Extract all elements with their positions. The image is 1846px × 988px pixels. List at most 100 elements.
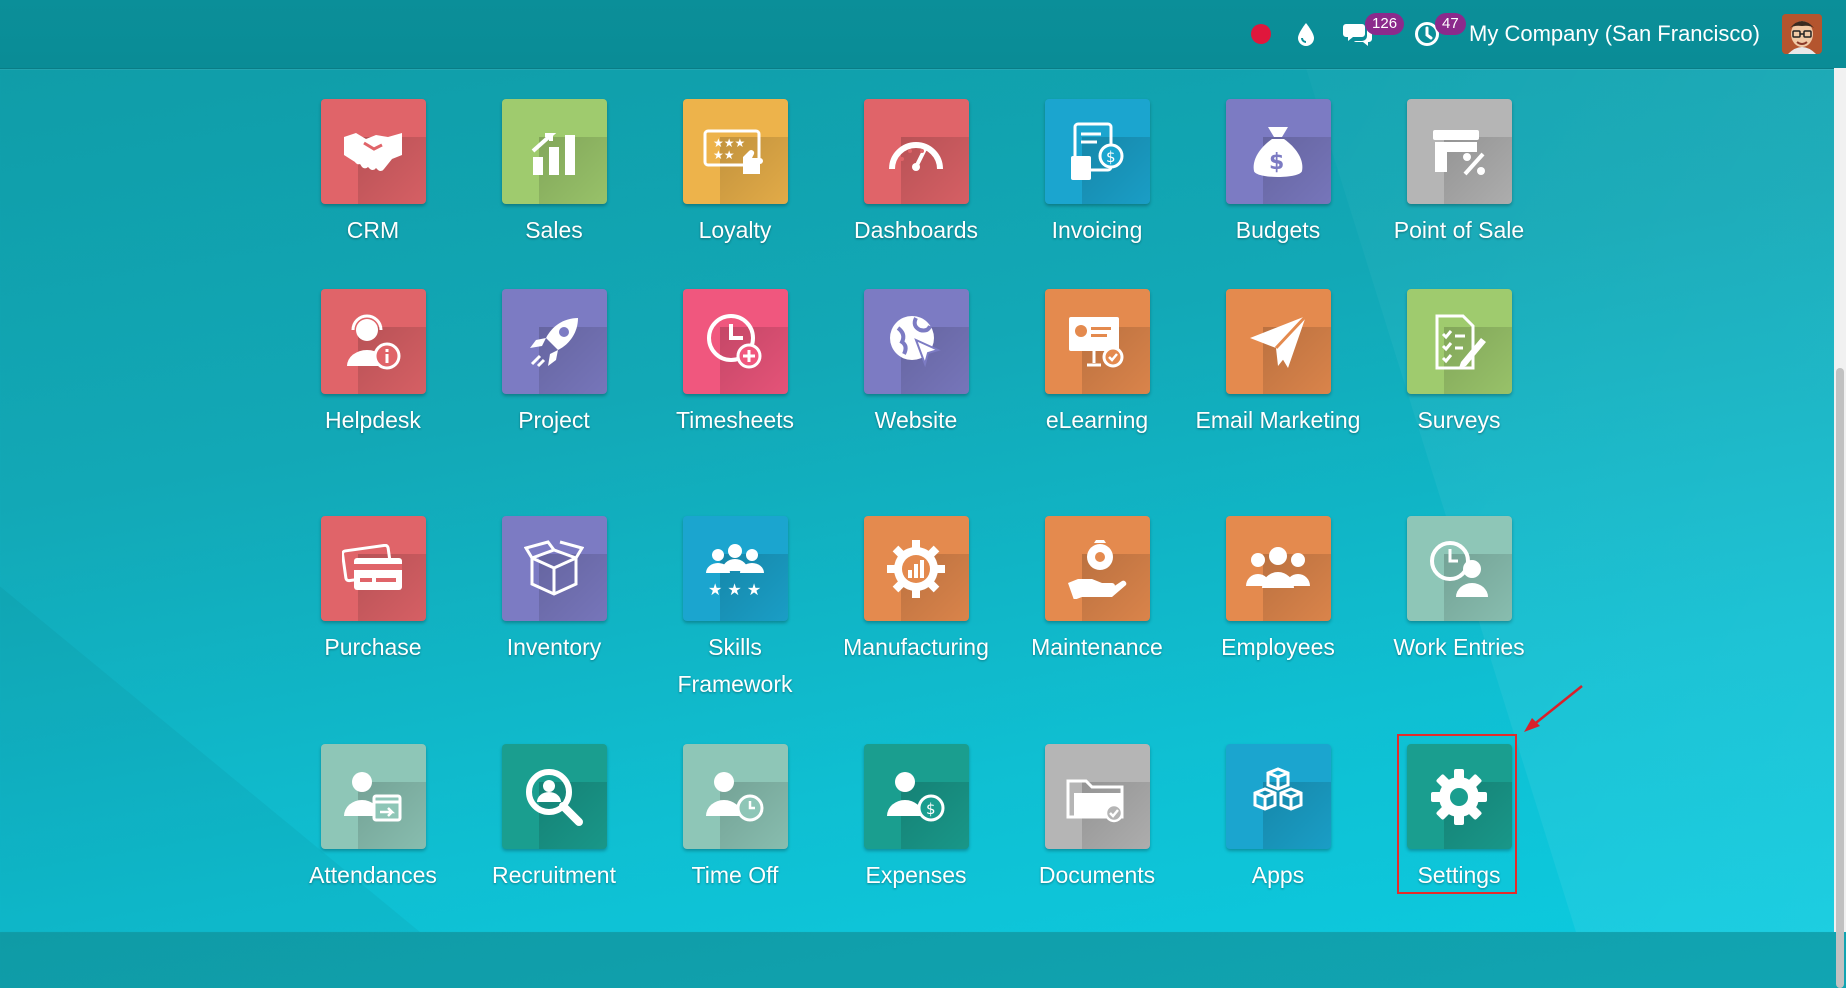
- app-tile: [501, 289, 607, 394]
- clock-person-icon: [1430, 540, 1488, 597]
- annotation-arrow-icon: [1524, 685, 1583, 732]
- app-invoicing[interactable]: $ Invoicing: [1012, 99, 1182, 249]
- app-label: Project: [518, 407, 590, 433]
- navbar-systray: 126 47 My Company (San Francisco): [1251, 0, 1822, 68]
- app-tile: [863, 516, 969, 621]
- app-helpdesk[interactable]: Helpdesk: [288, 289, 458, 439]
- app-elearning[interactable]: eLearning: [1012, 289, 1182, 439]
- app-tile: [1044, 744, 1150, 849]
- recording-indicator[interactable]: [1251, 0, 1297, 68]
- app-label: Timesheets: [675, 407, 795, 433]
- app-label: Attendances: [309, 862, 437, 888]
- app-sales[interactable]: Sales: [469, 99, 639, 249]
- rocket-icon: [530, 317, 578, 367]
- app-tile: [320, 516, 426, 621]
- survey-icon: [1435, 314, 1486, 369]
- app-tile: [501, 516, 607, 621]
- record-dot-icon: [1251, 24, 1272, 44]
- activities-button[interactable]: 47: [1413, 0, 1466, 68]
- app-crm[interactable]: CRM: [288, 99, 458, 249]
- svg-text:★ ★ ★: ★ ★ ★: [708, 580, 761, 597]
- app-apps[interactable]: Apps: [1193, 744, 1363, 894]
- company-switcher[interactable]: My Company (San Francisco): [1469, 0, 1782, 68]
- messages-button[interactable]: 126: [1343, 0, 1405, 68]
- drop-icon: [1298, 23, 1315, 46]
- app-tile: [1044, 289, 1150, 394]
- app-label: Work Entries: [1393, 634, 1525, 660]
- app-tile: [1406, 289, 1512, 394]
- app-label: Skills Framework: [677, 634, 793, 697]
- app-skills-framework[interactable]: ★ ★ ★ Skills Framework: [650, 516, 820, 703]
- app-label: eLearning: [1045, 407, 1149, 433]
- app-label: Expenses: [865, 862, 967, 888]
- app-employees[interactable]: Employees: [1193, 516, 1363, 666]
- app-point-of-sale[interactable]: Point of Sale: [1374, 99, 1544, 249]
- app-tile: [320, 289, 426, 394]
- svg-text:★★: ★★: [713, 148, 735, 162]
- app-time-off[interactable]: Time Off: [650, 744, 820, 894]
- box-icon: [524, 539, 584, 596]
- app-email-marketing[interactable]: Email Marketing: [1193, 289, 1363, 439]
- app-label: Employees: [1221, 634, 1335, 660]
- activities-count-badge: 47: [1435, 13, 1466, 35]
- app-work-entries[interactable]: Work Entries: [1374, 516, 1544, 666]
- app-label: Budgets: [1235, 217, 1321, 243]
- app-purchase[interactable]: Purchase: [288, 516, 458, 666]
- company-name: My Company (San Francisco): [1469, 21, 1760, 46]
- app-documents[interactable]: Documents: [1012, 744, 1182, 894]
- app-dashboards[interactable]: Dashboards: [831, 99, 1001, 249]
- top-navbar: 126 47 My Company (San Francisco): [0, 0, 1846, 69]
- loyalty-card-icon: ★★★ ★★: [703, 129, 763, 174]
- credit-card-icon: [342, 543, 402, 590]
- app-budgets[interactable]: $ Budgets: [1193, 99, 1363, 249]
- app-tile: $: [1044, 99, 1150, 204]
- app-label: Email Marketing: [1195, 407, 1361, 433]
- app-inventory[interactable]: Inventory: [469, 516, 639, 666]
- folder-icon: [1066, 779, 1124, 822]
- app-tile: [501, 99, 607, 204]
- app-tile: [682, 289, 788, 394]
- gear-icon: [1431, 768, 1487, 825]
- app-label: Sales: [525, 217, 583, 243]
- scrollbar[interactable]: [1834, 68, 1846, 988]
- app-label: Invoicing: [1051, 217, 1143, 243]
- paper-plane-icon: [1250, 314, 1308, 368]
- cubes-icon: [1253, 766, 1303, 811]
- money-bag-icon: $: [1253, 126, 1303, 177]
- avatar: [1782, 14, 1822, 54]
- presentation-icon: [1069, 316, 1124, 367]
- app-expenses[interactable]: $ Expenses: [831, 744, 1001, 894]
- app-surveys[interactable]: Surveys: [1374, 289, 1544, 439]
- app-tile: $: [863, 744, 969, 849]
- app-attendances[interactable]: Attendances: [288, 744, 458, 894]
- svg-text:$: $: [1269, 150, 1284, 175]
- app-tile: [1406, 99, 1512, 204]
- gear-chart-icon: [887, 539, 945, 598]
- app-manufacturing[interactable]: Manufacturing: [831, 516, 1001, 666]
- drop-button[interactable]: [1297, 0, 1315, 68]
- shop-icon: [1433, 129, 1485, 175]
- person-dollar-icon: $: [887, 771, 945, 821]
- svg-text:$: $: [926, 800, 936, 818]
- app-tile: ★★★ ★★: [682, 99, 788, 204]
- app-timesheets[interactable]: Timesheets: [650, 289, 820, 439]
- sales-chart-icon: [531, 132, 575, 175]
- support-agent-icon: [347, 314, 401, 369]
- app-label: Time Off: [691, 862, 779, 888]
- app-recruitment[interactable]: Recruitment: [469, 744, 639, 894]
- scrollbar-thumb[interactable]: [1836, 368, 1844, 988]
- app-label: Documents: [1038, 862, 1156, 888]
- app-loyalty[interactable]: ★★★ ★★ Loyalty: [650, 99, 820, 249]
- people-icon: [1246, 546, 1310, 588]
- clock-plus-icon: [707, 313, 762, 368]
- app-project[interactable]: Project: [469, 289, 639, 439]
- hand-gear-icon: [1068, 539, 1127, 599]
- app-tile: ★ ★ ★: [682, 516, 788, 621]
- app-label: Dashboards: [853, 217, 979, 243]
- app-tile: [1225, 289, 1331, 394]
- app-tile: [682, 744, 788, 849]
- globe-cursor-icon: [890, 315, 941, 367]
- app-website[interactable]: Website: [831, 289, 1001, 439]
- user-menu[interactable]: [1782, 0, 1822, 68]
- app-maintenance[interactable]: Maintenance: [1012, 516, 1182, 666]
